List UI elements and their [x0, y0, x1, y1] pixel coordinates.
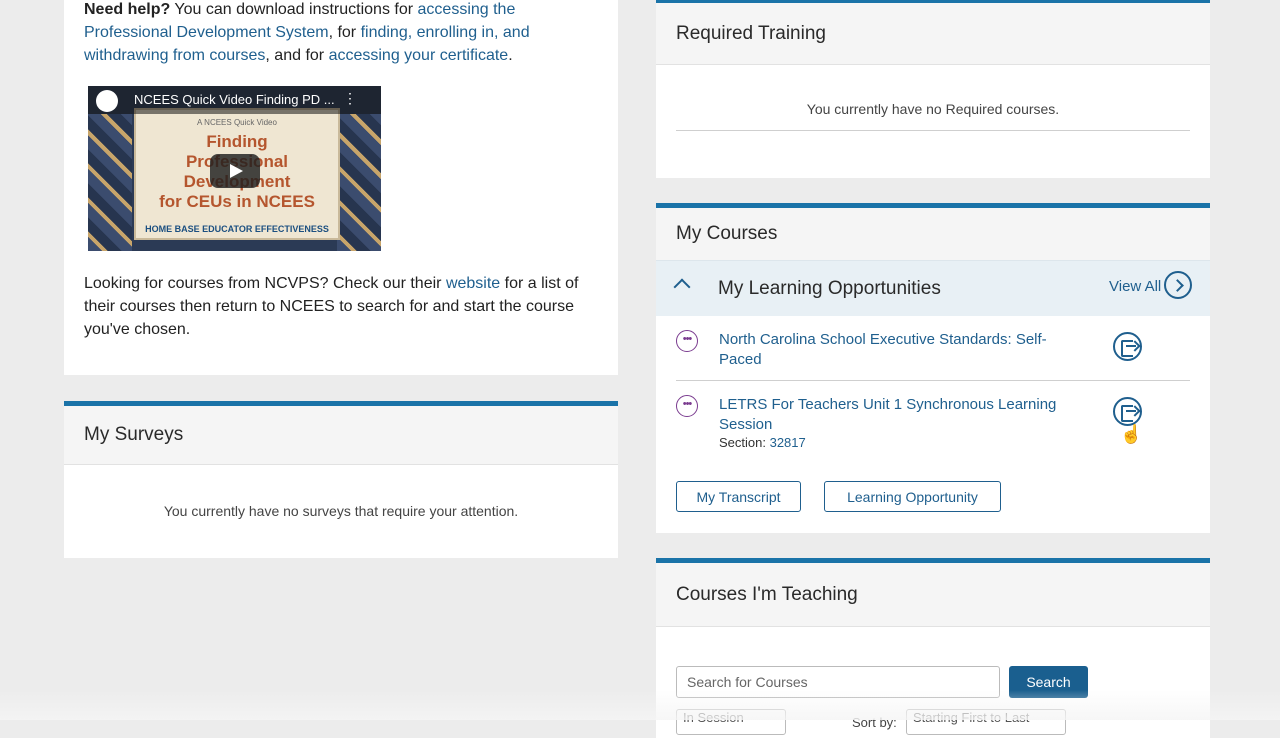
link-website[interactable]: website: [446, 275, 500, 292]
channel-logo-icon: [96, 90, 118, 112]
help-text: Need help? You can download instructions…: [84, 0, 604, 67]
session-filter-select[interactable]: In Session: [676, 709, 786, 735]
help-bold: Need help?: [84, 1, 171, 18]
video-line: for CEUs in NCEES: [159, 192, 315, 211]
help-text-4: .: [508, 47, 513, 64]
section-link[interactable]: 32817: [770, 435, 806, 450]
my-courses-title: My Courses: [656, 208, 1210, 260]
play-icon[interactable]: [210, 154, 260, 188]
help-text-1: You can download instructions for: [170, 1, 418, 18]
section-label: Section:: [719, 435, 770, 450]
video-line: Finding: [206, 132, 268, 151]
help-panel: Need help? You can download instructions…: [64, 0, 618, 375]
search-button[interactable]: Search: [1009, 666, 1088, 698]
video-pattern-right: [337, 114, 381, 251]
video-brand: HOME BASE EDUCATOR EFFECTIVENESS: [145, 224, 329, 234]
video-menu-icon[interactable]: ⋮: [343, 90, 357, 107]
learning-opportunity-button[interactable]: Learning Opportunity: [824, 481, 1001, 512]
ncvps-text-1: Looking for courses from NCVPS? Check ou…: [84, 275, 446, 292]
help-text-3: , and for: [265, 47, 329, 64]
link-accessing-certificate[interactable]: accessing your certificate: [329, 47, 509, 64]
learning-opportunities-header[interactable]: My Learning Opportunities View All: [656, 260, 1210, 316]
divider: [676, 380, 1190, 381]
video-subtitle: A NCEES Quick Video: [197, 118, 277, 127]
my-courses-panel: My Courses My Learning Opportunities Vie…: [656, 203, 1210, 533]
video-player[interactable]: A NCEES Quick Video Finding Professional…: [88, 86, 381, 251]
surveys-empty-message: You currently have no surveys that requi…: [163, 503, 519, 519]
hand-cursor-icon: ☝: [1120, 424, 1143, 444]
surveys-title: My Surveys: [64, 406, 618, 465]
video-pattern-left: [88, 114, 132, 251]
courses-teaching-panel: Courses I'm Teaching Search for Courses …: [656, 558, 1210, 738]
search-courses-input[interactable]: Search for Courses: [676, 666, 1000, 698]
more-options-icon[interactable]: •••: [676, 395, 698, 417]
sort-select[interactable]: Starting First to Last: [906, 709, 1066, 735]
video-title-bar: NCEES Quick Video Finding PD ... ⋮: [88, 86, 381, 114]
chevron-right-icon[interactable]: [1164, 271, 1192, 299]
courses-teaching-title: Courses I'm Teaching: [656, 563, 1210, 627]
ncvps-text: Looking for courses from NCVPS? Check ou…: [84, 272, 609, 341]
more-options-icon[interactable]: •••: [676, 330, 698, 352]
sort-by-label: Sort by:: [852, 715, 897, 730]
help-text-2: , for: [328, 24, 361, 41]
my-transcript-button[interactable]: My Transcript: [676, 481, 801, 512]
course-title-link[interactable]: North Carolina School Executive Standard…: [719, 330, 1079, 370]
video-title[interactable]: NCEES Quick Video Finding PD ...: [134, 92, 335, 107]
learning-opportunities-title: My Learning Opportunities: [718, 278, 941, 299]
filter-value: In Session: [683, 710, 744, 725]
chevron-up-icon[interactable]: [673, 278, 691, 296]
course-section: Section: 32817: [719, 435, 806, 450]
course-title-link[interactable]: LETRS For Teachers Unit 1 Synchronous Le…: [719, 395, 1079, 435]
sort-value: Starting First to Last: [913, 710, 1030, 725]
required-empty-message: You currently have no Required courses.: [806, 101, 1060, 117]
view-all-link[interactable]: View All: [1109, 278, 1161, 295]
divider: [676, 130, 1190, 131]
required-training-title: Required Training: [656, 3, 1210, 65]
launch-icon[interactable]: [1113, 332, 1142, 361]
surveys-panel: My Surveys You currently have no surveys…: [64, 401, 618, 558]
launch-icon[interactable]: [1113, 397, 1142, 426]
required-training-panel: Required Training You currently have no …: [656, 0, 1210, 178]
